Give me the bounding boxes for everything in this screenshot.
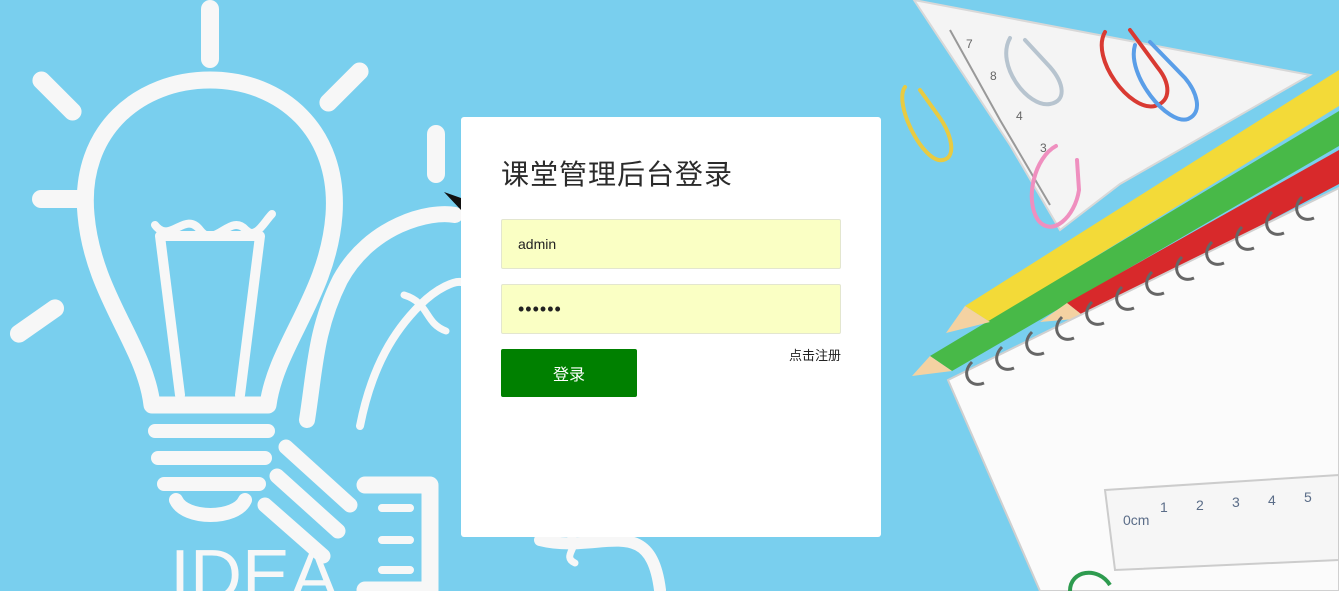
svg-text:0cm: 0cm: [1123, 512, 1149, 528]
login-button[interactable]: 登录: [501, 349, 637, 397]
svg-text:4: 4: [1016, 109, 1023, 123]
login-title: 课堂管理后台登录: [501, 158, 734, 191]
svg-text:7: 7: [966, 37, 973, 51]
svg-text:1: 1: [1160, 499, 1168, 515]
svg-text:4: 4: [1268, 492, 1276, 508]
login-page: IDEA 7 8 4 3 0cm 1 2 3 4 5 课堂管理后台登录 admi…: [0, 0, 1339, 591]
password-input[interactable]: [501, 284, 841, 334]
svg-text:5: 5: [1304, 489, 1312, 505]
login-actions: 登录 点击注册: [501, 349, 841, 397]
svg-text:2: 2: [1196, 497, 1204, 513]
register-link[interactable]: 点击注册: [789, 349, 841, 365]
username-input[interactable]: [501, 219, 841, 269]
idea-text: IDEA: [170, 536, 338, 591]
svg-text:8: 8: [990, 69, 997, 83]
svg-text:3: 3: [1232, 494, 1240, 510]
login-card: 课堂管理后台登录 登录 点击注册: [461, 117, 881, 537]
